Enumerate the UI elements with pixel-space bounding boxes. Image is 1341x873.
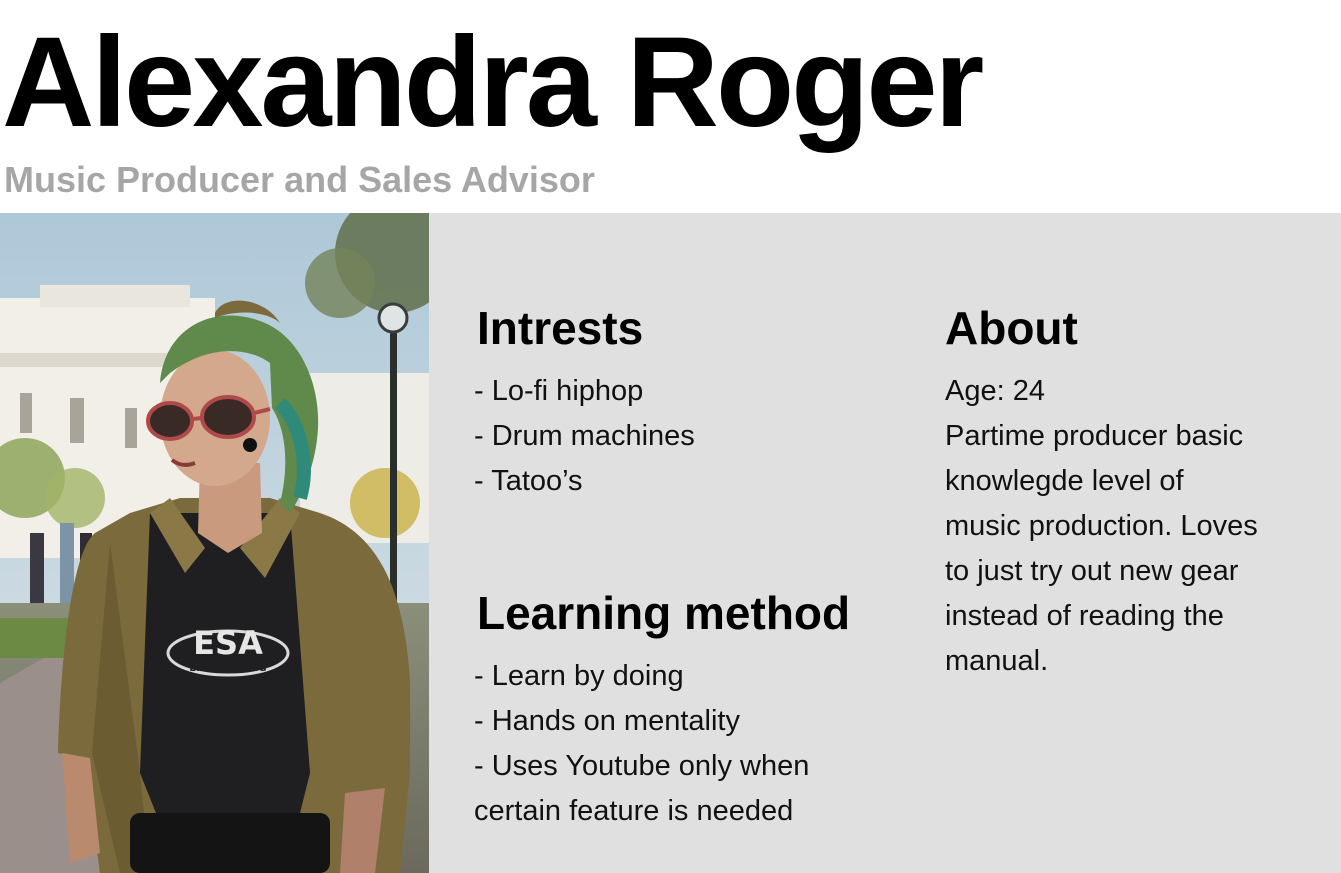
persona-name: Alexandra Roger xyxy=(2,11,984,154)
persona-card: Alexandra Roger Music Producer and Sales… xyxy=(0,0,1341,873)
persona-role: Music Producer and Sales Advisor xyxy=(4,159,595,200)
learning-method-list: - Learn by doing - Hands on mentality - … xyxy=(474,654,894,834)
interest-item: - Drum machines xyxy=(474,420,695,452)
learning-item: - Learn by doing xyxy=(474,660,684,692)
learning-item: - Hands on mentality xyxy=(474,705,740,737)
about-line: Partime producer basic xyxy=(945,420,1244,452)
learning-method-heading: Learning method xyxy=(477,587,851,639)
about-line: manual. xyxy=(945,645,1049,677)
shirt-logo-text: ESA xyxy=(193,624,263,662)
shirt-logo-subtext: ENGINEERING xyxy=(189,663,266,674)
about-text: Age: 24 Partime producer basic knowlegde… xyxy=(945,369,1315,684)
about-line: music production. Loves xyxy=(945,510,1258,542)
about-line: Age: 24 xyxy=(945,375,1045,407)
interests-heading: Intrests xyxy=(477,302,644,354)
learning-item: certain feature is needed xyxy=(474,795,794,827)
interest-item: - Lo-fi hiphop xyxy=(474,375,644,407)
details-panel: Intrests - Lo-fi hiphop - Drum machines … xyxy=(429,213,1341,873)
interest-item: - Tatoo’s xyxy=(474,465,583,497)
persona-photo: ESA ENGINEERING xyxy=(0,213,429,873)
about-heading: About xyxy=(945,302,1078,354)
about-line: instead of reading the xyxy=(945,600,1224,632)
about-line: knowlegde level of xyxy=(945,465,1184,497)
learning-item: - Uses Youtube only when xyxy=(474,750,810,782)
interests-list: - Lo-fi hiphop - Drum machines - Tatoo’s xyxy=(474,369,894,504)
about-line: to just try out new gear xyxy=(945,555,1239,587)
